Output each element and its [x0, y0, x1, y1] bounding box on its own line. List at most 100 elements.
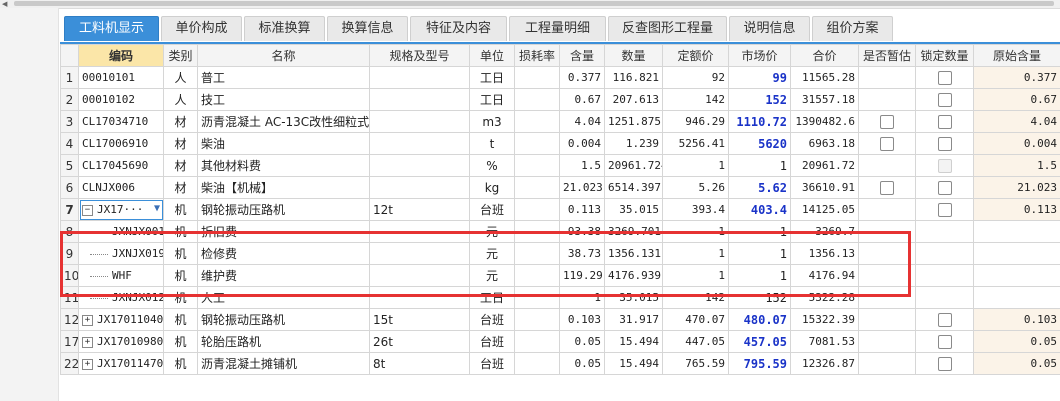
cell-content[interactable]: 119.29 [559, 264, 605, 287]
cell-market-price[interactable]: 5620 [728, 132, 791, 155]
cell-code[interactable]: JXNJX019 [78, 242, 164, 265]
cell-content[interactable]: 0.05 [559, 352, 605, 375]
row-number[interactable]: 17 [60, 330, 79, 353]
cell-code[interactable]: CLNJX006 [78, 176, 164, 199]
cell-quantity[interactable]: 116.821 [604, 66, 663, 89]
cell-market-price[interactable]: 1110.72 [728, 110, 791, 133]
cell-loss-rate[interactable] [514, 154, 560, 177]
cell-quota-price[interactable]: 393.4 [662, 198, 729, 221]
cell-market-price[interactable]: 457.05 [728, 330, 791, 353]
cell-total-price[interactable]: 20961.72 [790, 154, 859, 177]
cell-spec[interactable] [369, 242, 470, 265]
cell-code[interactable]: 00010101 [78, 66, 164, 89]
cell-market-price[interactable]: 99 [728, 66, 791, 89]
cell-lock-quantity[interactable] [915, 88, 974, 111]
header-original-content[interactable]: 原始含量 [973, 44, 1060, 67]
cell-total-price[interactable]: 11565.28 [790, 66, 859, 89]
scroll-left-arrow-icon[interactable]: ◀ [2, 0, 7, 8]
tab-labor-material-machine[interactable]: 工料机显示 [64, 16, 159, 41]
cell-lock-quantity[interactable] [915, 242, 974, 265]
cell-type[interactable]: 材 [163, 132, 198, 155]
cell-content[interactable]: 0.05 [559, 330, 605, 353]
cell-content[interactable]: 1.5 [559, 154, 605, 177]
cell-loss-rate[interactable] [514, 132, 560, 155]
cell-unit[interactable]: m3 [469, 110, 515, 133]
header-name[interactable]: 名称 [197, 44, 370, 67]
cell-name[interactable]: 柴油 [197, 132, 370, 155]
cell-name[interactable]: 折旧费 [197, 220, 370, 243]
cell-type[interactable]: 材 [163, 176, 198, 199]
cell-provisional[interactable] [858, 242, 916, 265]
header-content[interactable]: 含量 [559, 44, 605, 67]
cell-unit[interactable]: 元 [469, 264, 515, 287]
cell-loss-rate[interactable] [514, 110, 560, 133]
cell-name[interactable]: 沥青混凝土 AC-13C改性细粒式 [197, 110, 370, 133]
cell-market-price[interactable]: 1 [728, 264, 791, 287]
cell-quantity[interactable]: 207.613 [604, 88, 663, 111]
cell-spec[interactable] [369, 66, 470, 89]
table-row[interactable]: 12 + JX17011040 机钢轮振动压路机 15t 台班 0.103 31.917 470… [60, 308, 1060, 331]
table-row[interactable]: 6 CLNJX006 材柴油【机械】 kg 21.023 6514.397 5.26 5.62… [60, 176, 1060, 199]
cell-quantity[interactable]: 1356.131 [604, 242, 663, 265]
cell-content[interactable]: 0.377 [559, 66, 605, 89]
cell-code[interactable]: + JX17010980 [78, 330, 164, 353]
cell-quantity[interactable]: 35.015 [604, 286, 663, 309]
row-number[interactable]: 9 [60, 242, 79, 265]
table-row[interactable]: 10 WHF 机维护费元 119.29 4176.939 1 1 4176.94 [60, 264, 1060, 287]
cell-quota-price[interactable]: 142 [662, 88, 729, 111]
cell-type[interactable]: 机 [163, 264, 198, 287]
cell-spec[interactable] [369, 110, 470, 133]
cell-total-price[interactable]: 14125.05 [790, 198, 859, 221]
cell-quota-price[interactable]: 1 [662, 220, 729, 243]
cell-type[interactable]: 人 [163, 66, 198, 89]
cell-name[interactable]: 沥青混凝土摊铺机 [197, 352, 370, 375]
cell-unit[interactable]: 台班 [469, 308, 515, 331]
provisional-checkbox[interactable] [880, 114, 894, 129]
cell-type[interactable]: 机 [163, 330, 198, 353]
header-market-price[interactable]: 市场价 [728, 44, 791, 67]
cell-lock-quantity[interactable] [915, 176, 974, 199]
cell-code[interactable]: JXNJX012 [78, 286, 164, 309]
cell-unit[interactable]: 工日 [469, 286, 515, 309]
cell-total-price[interactable]: 31557.18 [790, 88, 859, 111]
cell-type[interactable]: 机 [163, 352, 198, 375]
cell-type[interactable]: 机 [163, 286, 198, 309]
cell-code[interactable]: + JX17011040 [78, 308, 164, 331]
header-type[interactable]: 类别 [163, 44, 198, 67]
lock-quantity-checkbox[interactable] [937, 136, 952, 151]
cell-type[interactable]: 材 [163, 110, 198, 133]
cell-quota-price[interactable]: 142 [662, 286, 729, 309]
cell-quantity[interactable]: 31.917 [604, 308, 663, 331]
lock-quantity-checkbox[interactable] [937, 312, 952, 327]
cell-total-price[interactable]: 4176.94 [790, 264, 859, 287]
row-number[interactable]: 8 [60, 220, 79, 243]
header-total-price[interactable]: 合价 [790, 44, 859, 67]
cell-provisional[interactable] [858, 308, 916, 331]
cell-quantity[interactable]: 3269.701 [604, 220, 663, 243]
cell-market-price[interactable]: 1 [728, 220, 791, 243]
cell-provisional[interactable] [858, 132, 916, 155]
cell-total-price[interactable]: 15322.39 [790, 308, 859, 331]
cell-market-price[interactable]: 152 [728, 88, 791, 111]
dropdown-arrow-icon[interactable]: ▼ [154, 203, 160, 214]
cell-name[interactable]: 钢轮振动压路机 [197, 308, 370, 331]
lock-quantity-checkbox[interactable] [937, 92, 952, 107]
cell-spec[interactable] [369, 88, 470, 111]
cell-quota-price[interactable]: 5256.41 [662, 132, 729, 155]
row-number[interactable]: 2 [60, 88, 79, 111]
table-row[interactable]: 2 00010102 人技工 工日 0.67 207.613 142 152 31557.18 0… [60, 88, 1060, 111]
cell-market-price[interactable]: 795.59 [728, 352, 791, 375]
cell-type[interactable]: 材 [163, 154, 198, 177]
cell-market-price[interactable]: 403.4 [728, 198, 791, 221]
row-number[interactable]: 10 [60, 264, 79, 287]
tab-features-content[interactable]: 特征及内容 [410, 16, 507, 41]
cell-lock-quantity[interactable] [915, 198, 974, 221]
table-row[interactable]: 1 00010101 人普工 工日 0.377 116.821 92 99 11565.28 0.… [60, 66, 1060, 89]
row-number[interactable]: 7 [60, 198, 79, 221]
cell-name[interactable]: 人工 [197, 286, 370, 309]
provisional-checkbox[interactable] [880, 180, 894, 195]
header-quota-price[interactable]: 定额价 [662, 44, 729, 67]
cell-provisional[interactable] [858, 110, 916, 133]
cell-provisional[interactable] [858, 154, 916, 177]
header-provisional[interactable]: 是否暂估 [858, 44, 916, 67]
